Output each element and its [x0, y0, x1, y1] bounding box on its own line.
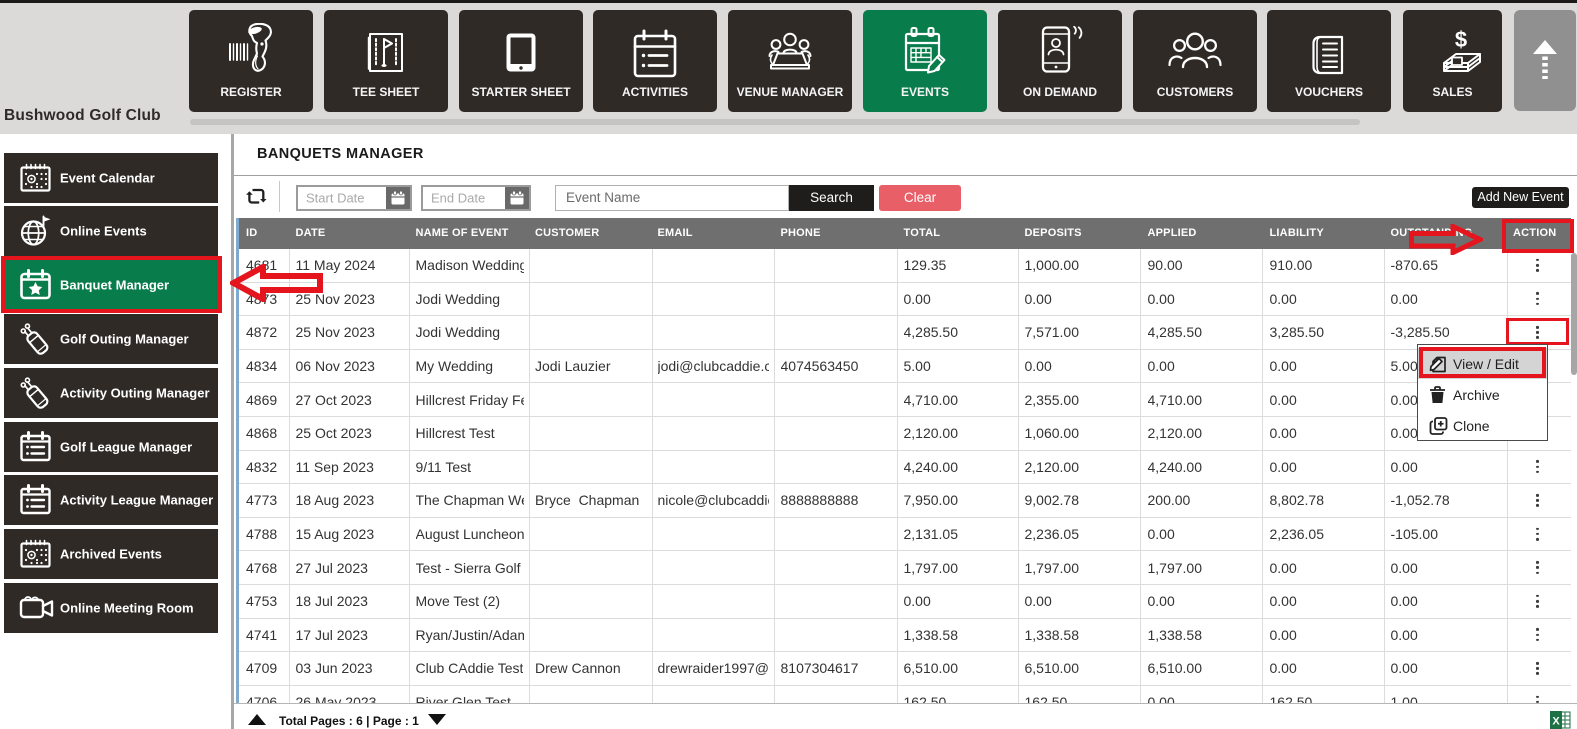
svg-text:X: X [1552, 716, 1560, 728]
svg-text:$: $ [1454, 28, 1466, 52]
